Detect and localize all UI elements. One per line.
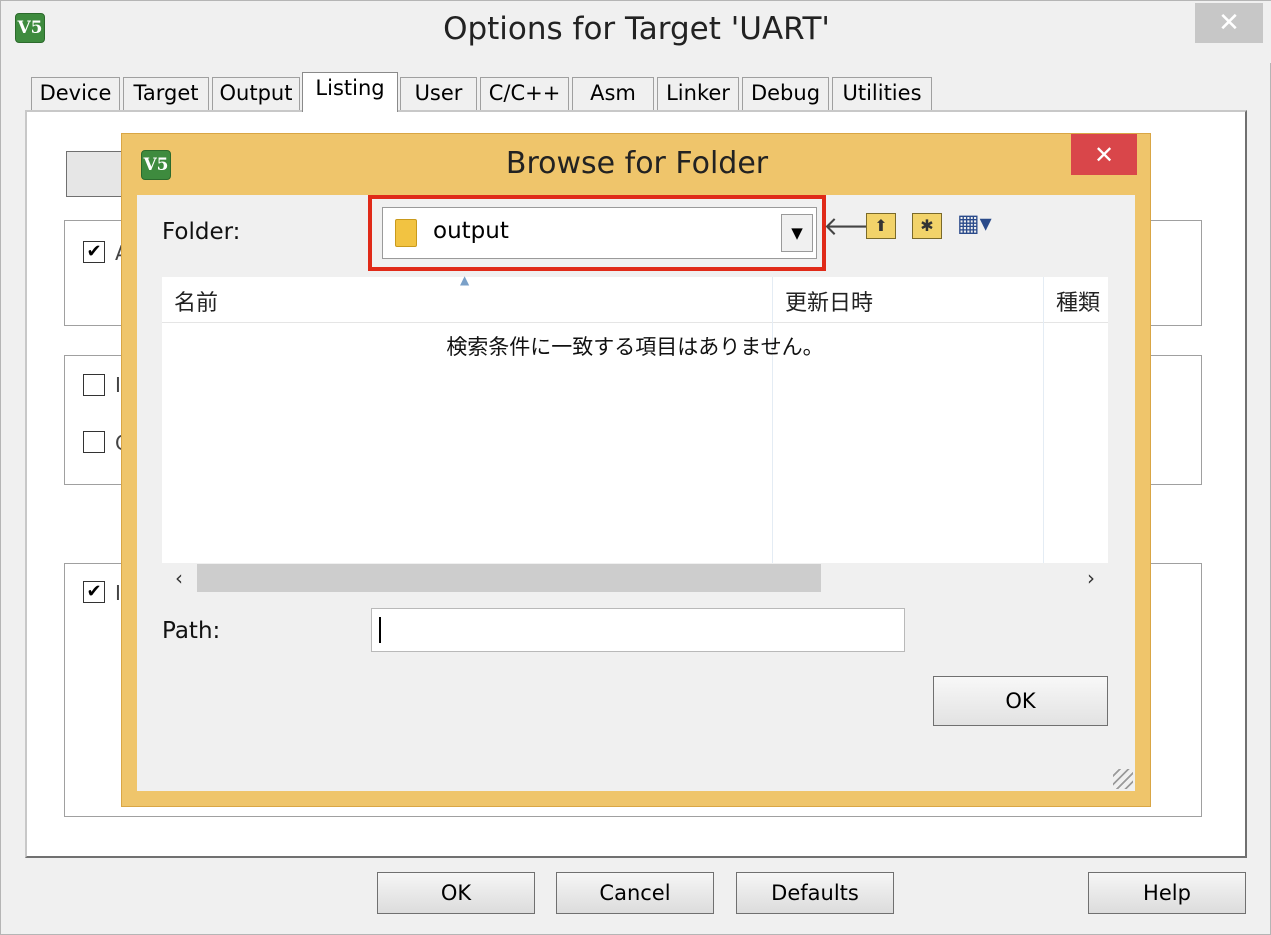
tab-cc[interactable]: C/C++ [480,77,569,111]
checkbox-option-b[interactable] [83,374,105,396]
scroll-right-icon[interactable]: › [1076,563,1106,593]
ok-button[interactable]: OK [377,872,535,914]
tab-listing[interactable]: Listing [302,72,398,112]
tab-device[interactable]: Device [31,77,120,111]
dialog-ok-button[interactable]: OK [933,676,1108,726]
checkbox-option-c[interactable] [83,431,105,453]
column-header-type[interactable]: 種類 [1044,277,1108,323]
checkbox-option-a[interactable]: ✔ [83,241,105,263]
folder-icon [395,219,417,247]
empty-list-message: 検索条件に一致する項目はありません。 [446,335,824,359]
up-folder-icon[interactable]: ⬆ [866,213,896,239]
window-title: Options for Target 'UART' [443,11,830,47]
folder-dropdown[interactable]: output ▼ [382,207,817,259]
tab-target[interactable]: Target [123,77,209,111]
dialog-client-area: Folder: output ▼ 🡐 ⬆ ✱ ▦▾ 名前 ▲ 更新日時 種類 検… [137,195,1135,791]
scroll-left-icon[interactable]: ‹ [164,563,194,593]
checkbox-option-d[interactable]: ✔ [83,581,105,603]
horizontal-scrollbar[interactable]: ‹ › [162,563,1108,593]
tab-linker[interactable]: Linker [657,77,739,111]
close-icon: ✕ [1093,140,1115,169]
folder-list-view[interactable]: 名前 ▲ 更新日時 種類 検索条件に一致する項目はありません。 [162,273,1108,563]
window-title-bar[interactable]: V5 Options for Target 'UART' ✕ [1,1,1271,63]
path-label: Path: [162,618,221,644]
browse-for-folder-dialog: V5 Browse for Folder ✕ Folder: output ▼ … [121,133,1151,807]
scrollbar-thumb[interactable] [197,564,821,592]
view-menu-icon[interactable]: ▦▾ [957,209,992,237]
dropdown-arrow-button[interactable]: ▼ [781,214,813,252]
text-caret [379,617,381,643]
dialog-close-button[interactable]: ✕ [1071,134,1137,175]
dialog-title: Browse for Folder [505,146,769,181]
resize-grip-icon[interactable] [1113,769,1133,789]
chevron-down-icon: ▼ [791,224,803,242]
cancel-button[interactable]: Cancel [556,872,714,914]
folder-value: output [433,218,509,244]
folder-label: Folder: [162,219,241,245]
window-close-button[interactable]: ✕ [1195,3,1263,43]
path-input[interactable] [371,608,905,652]
help-button[interactable]: Help [1088,872,1246,914]
defaults-button[interactable]: Defaults [736,872,894,914]
new-folder-icon[interactable]: ✱ [912,213,942,239]
sort-ascending-icon: ▲ [460,273,470,287]
tab-debug[interactable]: Debug [742,77,829,111]
tab-utilities[interactable]: Utilities [832,77,932,111]
close-icon: ✕ [1218,8,1240,38]
tab-output[interactable]: Output [212,77,300,111]
column-header-modified[interactable]: 更新日時 [773,277,1043,323]
tab-asm[interactable]: Asm [572,77,654,111]
tab-user[interactable]: User [400,77,477,111]
